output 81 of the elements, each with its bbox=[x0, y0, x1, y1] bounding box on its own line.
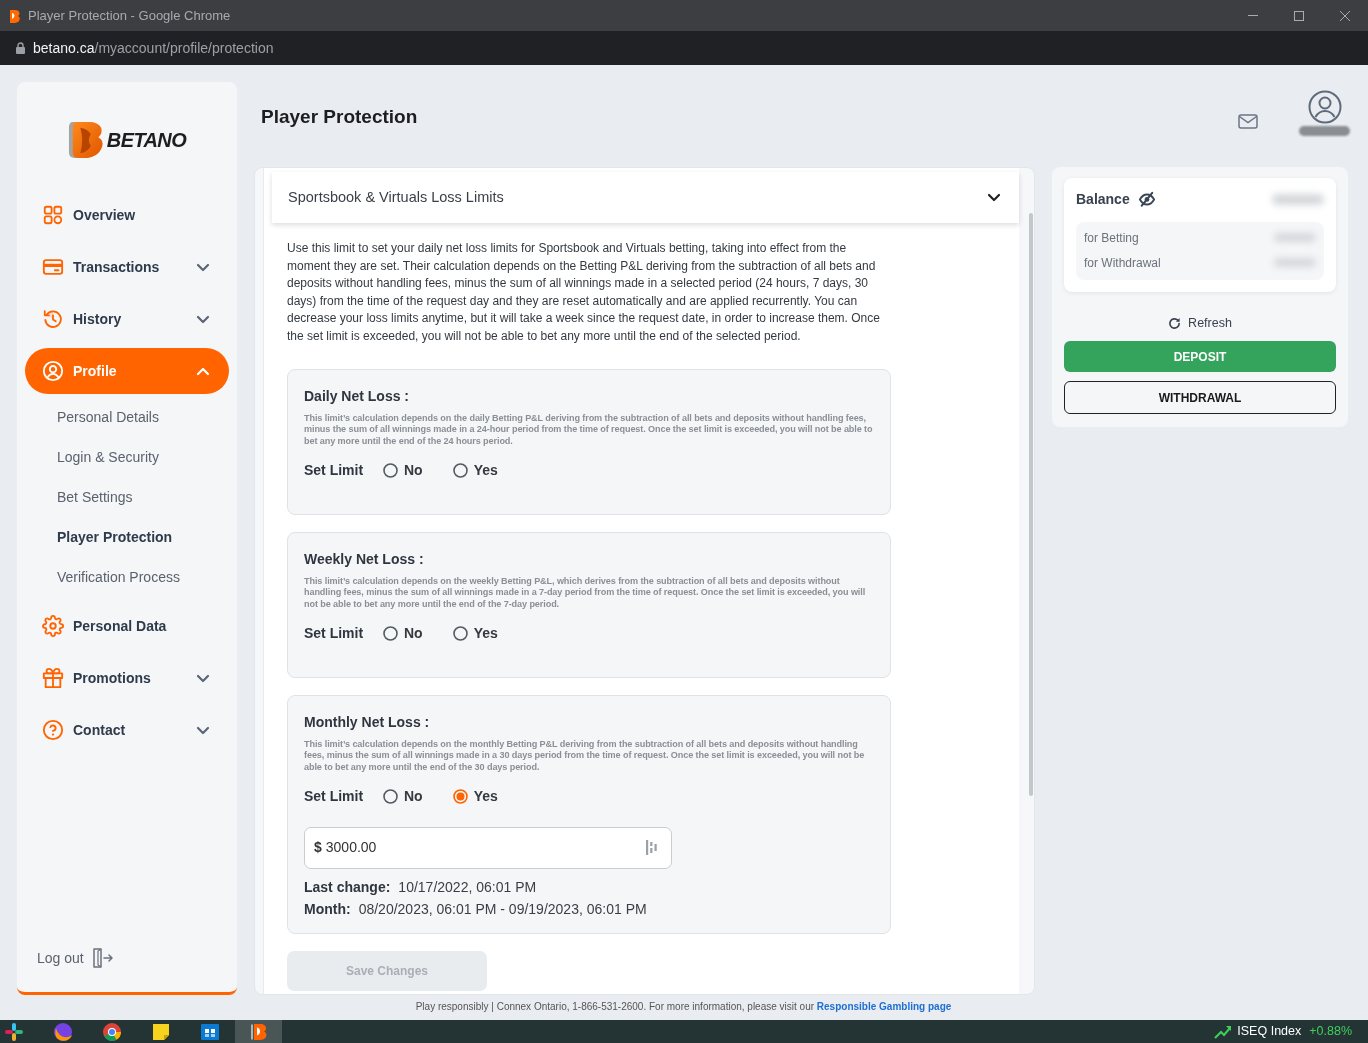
redacted-value bbox=[1274, 258, 1316, 267]
redacted-name-bar bbox=[1299, 126, 1350, 136]
window-title: Player Protection - Google Chrome bbox=[28, 6, 231, 25]
nav-subitem[interactable]: Bet Settings bbox=[17, 477, 237, 517]
footer-note: Play responsibly | Connex Ontario, 1-866-531-2600. For more information, please visit our Responsible Gambling page bbox=[414, 1000, 953, 1014]
credit-card-icon bbox=[42, 256, 64, 278]
logo-icon bbox=[67, 119, 104, 161]
history-icon bbox=[42, 308, 64, 330]
bars-icon[interactable] bbox=[646, 840, 657, 856]
limit-title: Weekly Net Loss : bbox=[304, 549, 425, 568]
balance-label: for Betting bbox=[1084, 229, 1139, 247]
limit-title: Monthly Net Loss : bbox=[304, 712, 431, 731]
set-limit-label: Set Limit bbox=[304, 461, 365, 481]
nav-subitem[interactable]: Personal Details bbox=[17, 397, 237, 437]
user-avatar-icon[interactable] bbox=[1307, 90, 1342, 124]
radio-label[interactable]: Yes bbox=[473, 460, 498, 482]
nav-item[interactable]: Promotions bbox=[25, 655, 229, 701]
globe-icon bbox=[52, 1021, 73, 1042]
radio-button[interactable] bbox=[383, 626, 398, 642]
accordion-header[interactable]: Sportsbook & Virtuals Loss Limits bbox=[272, 172, 1019, 223]
limit-title: Daily Net Loss : bbox=[304, 386, 411, 405]
nav-item[interactable]: Transactions bbox=[25, 244, 229, 290]
redacted-value bbox=[1272, 193, 1324, 205]
window-grid-icon bbox=[199, 1021, 220, 1042]
ticker-text: ISEQ Index +0.88% bbox=[1237, 1023, 1352, 1040]
radio-label[interactable]: No bbox=[404, 460, 423, 482]
eye-slash-icon[interactable] bbox=[1137, 191, 1156, 207]
radio-label[interactable]: No bbox=[404, 623, 423, 645]
app-logo-icon bbox=[248, 1021, 269, 1042]
logout-door-icon bbox=[91, 948, 113, 968]
trend-up-icon bbox=[1214, 1024, 1233, 1039]
nav-item[interactable]: History bbox=[25, 296, 229, 342]
nav-subitem[interactable]: Login & Security bbox=[17, 437, 237, 477]
set-limit-label: Set Limit bbox=[304, 624, 365, 644]
radio-button[interactable] bbox=[383, 789, 398, 805]
lock-icon bbox=[16, 42, 25, 54]
refresh-icon bbox=[1168, 316, 1182, 330]
last-change-text: Last change: 10/17/2022, 06:01 PM bbox=[304, 877, 538, 897]
favicon-icon bbox=[8, 8, 20, 23]
address-url[interactable]: betano.ca/myaccount/profile/protection bbox=[33, 37, 274, 59]
refresh-button[interactable]: Refresh bbox=[1168, 312, 1232, 334]
limit-description: This limit’s calculation depends on the monthly Betting P&L deriving from the subtraction of all bets and deposits without handling fees, minus the sum of all winnings made in a 30 days period from the time of request. Once the set limit is exceeded, you will not be able to bet any more until the end of the 30 days period. bbox=[304, 738, 866, 774]
radio-button[interactable] bbox=[452, 626, 468, 642]
logo-text: BETANO bbox=[106, 128, 187, 153]
sticky-note-icon bbox=[150, 1021, 171, 1042]
amount-field[interactable]: $ 3000.00 bbox=[304, 826, 672, 869]
radio-label[interactable]: No bbox=[404, 786, 423, 808]
set-limit-label: Set Limit bbox=[304, 787, 365, 807]
responsible-gambling-link[interactable]: Responsible Gambling page bbox=[816, 1001, 952, 1012]
nav-item[interactable]: Overview bbox=[25, 192, 229, 238]
balance-title: Balance bbox=[1076, 189, 1130, 209]
balance-label: for Withdrawal bbox=[1084, 254, 1161, 272]
chevron-down-icon[interactable] bbox=[987, 193, 1001, 202]
withdrawal-button[interactable]: WITHDRAWAL bbox=[1064, 381, 1336, 414]
grid-icon bbox=[42, 204, 64, 226]
redacted-value bbox=[1274, 233, 1316, 242]
nav-subitem[interactable]: Player Protection bbox=[17, 517, 237, 557]
question-circle-icon bbox=[42, 719, 64, 741]
page-title: Player Protection bbox=[261, 105, 418, 129]
envelope-icon[interactable] bbox=[1238, 114, 1258, 130]
intro-paragraph: Use this limit to set your daily net loss limits for Sportsbook and Virtuals betting, taking into effect from the moment they are set. Their calculation depends on the Betting P&L deriving from the subtraction of all bets and deposits without handling fees, minus the sum of all winnings made in a selected period (24 hours, 7 days, 30 days) from the time of the request day and they are reset automatically and are applied recurrently. You can decrease your loss limits anytime, but it will take a week since the request date, in order to increase them. Once the set limit is exceeded, you will not be able to bet any more until the end of the selected period. bbox=[287, 240, 881, 345]
period-text: Month: 08/20/2023, 06:01 PM - 09/19/2023, 06:01 PM bbox=[304, 899, 648, 919]
radio-button[interactable] bbox=[383, 463, 398, 479]
color-wheel-icon bbox=[101, 1021, 122, 1042]
logout-link[interactable]: Log out bbox=[37, 946, 237, 970]
chevron-up-icon[interactable] bbox=[196, 366, 210, 376]
gear-icon bbox=[42, 615, 64, 637]
close-icon[interactable] bbox=[1340, 10, 1350, 21]
gift-icon bbox=[42, 667, 64, 689]
radio-button[interactable] bbox=[452, 463, 468, 479]
radio-label[interactable]: Yes bbox=[473, 786, 498, 808]
limit-description: This limit’s calculation depends on the daily Betting P&L deriving from the subtraction of all bets and deposits without handling fees, minus the sum of all winnings made in a 24-hour period from the time of request. Once the set limit is exceeded, you will not be able to bet any more until the end of the 24 hours period. bbox=[304, 412, 874, 448]
limit-description: This limit’s calculation depends on the weekly Betting P&L, which derives from the subtraction of all bets and deposits without handling fees, minus the sum of all winnings made in a 7-day period from the time of request. Once the set limit is exceeded, you will not be able to bet any more until the end of the 7-day period. bbox=[304, 575, 867, 611]
pinwheel-icon bbox=[3, 1021, 24, 1042]
nav-item[interactable]: Personal Data bbox=[25, 603, 229, 649]
radio-button[interactable] bbox=[452, 789, 468, 805]
nav-subitem[interactable]: Verification Process bbox=[17, 557, 237, 597]
maximize-icon[interactable] bbox=[1294, 10, 1304, 21]
user-circle-icon bbox=[42, 360, 64, 382]
nav-item[interactable]: Contact bbox=[25, 707, 229, 753]
radio-label[interactable]: Yes bbox=[473, 623, 498, 645]
